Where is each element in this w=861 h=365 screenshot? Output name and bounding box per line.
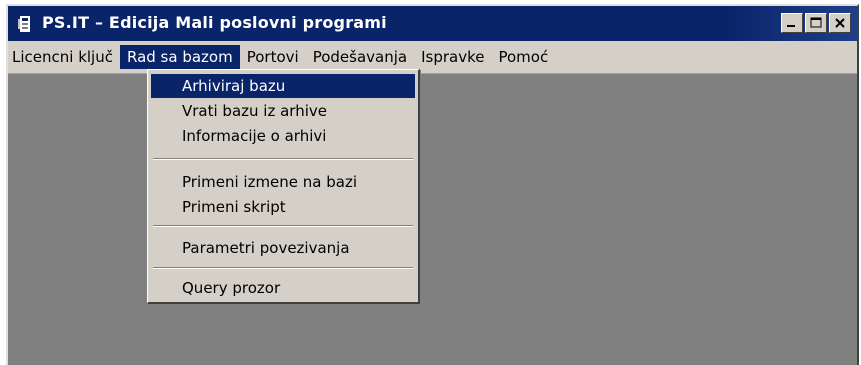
- window-title: PS.IT – Edicija Mali poslovni programi: [42, 13, 387, 32]
- menu-separator: [153, 158, 413, 160]
- app-icon[interactable]: [16, 14, 34, 34]
- menu-item-primeni-skript[interactable]: Primeni skript: [151, 195, 415, 219]
- minimize-button[interactable]: [781, 13, 803, 33]
- menu-item-arhiviraj-bazu[interactable]: Arhiviraj bazu: [151, 74, 415, 98]
- menu-podesavanja[interactable]: Podešavanja: [306, 45, 414, 69]
- menu-pomoc[interactable]: Pomoć: [491, 45, 555, 69]
- menu-item-parametri-povezivanja[interactable]: Parametri povezivanja: [151, 236, 415, 260]
- maximize-button[interactable]: [805, 13, 827, 33]
- window-controls: [779, 13, 851, 35]
- menu-rad-sa-bazom[interactable]: Rad sa bazom: [119, 45, 240, 69]
- menu-item-informacije-o-arhivi[interactable]: Informacije o arhivi: [151, 124, 415, 148]
- minimize-icon: [787, 25, 795, 27]
- close-icon: [835, 18, 845, 28]
- menu-separator: [153, 267, 413, 269]
- close-button[interactable]: [829, 13, 851, 33]
- menu-item-query-prozor[interactable]: Query prozor: [151, 276, 415, 300]
- menu-separator: [153, 225, 413, 227]
- rad-sa-bazom-dropdown: Arhiviraj bazu Vrati bazu iz arhive Info…: [147, 69, 420, 304]
- menu-item-vrati-bazu[interactable]: Vrati bazu iz arhive: [151, 99, 415, 123]
- title-bar[interactable]: PS.IT – Edicija Mali poslovni programi: [8, 6, 857, 41]
- menu-bar: Licencni ključ Rad sa bazom Portovi Pode…: [8, 41, 857, 74]
- menu-item-primeni-izmene[interactable]: Primeni izmene na bazi: [151, 170, 415, 194]
- menu-portovi[interactable]: Portovi: [240, 45, 306, 69]
- menu-ispravke[interactable]: Ispravke: [414, 45, 491, 69]
- main-window: PS.IT – Edicija Mali poslovni programi L…: [6, 4, 859, 365]
- maximize-icon: [810, 17, 822, 28]
- menu-licencni-kljuc[interactable]: Licencni ključ: [8, 45, 120, 69]
